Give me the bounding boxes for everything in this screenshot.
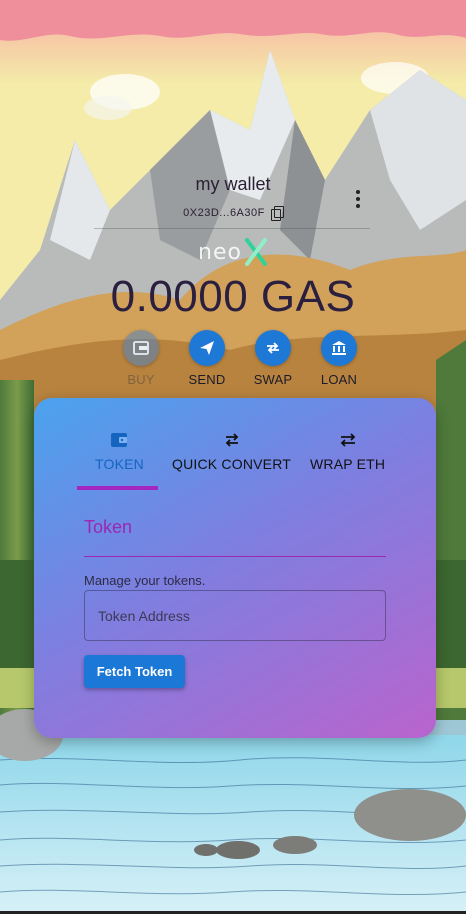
tab-bar: TOKEN QUICK CONVERT WRAP ETH xyxy=(34,398,436,492)
buy-label: BUY xyxy=(127,372,155,387)
neo-x-icon xyxy=(244,238,267,266)
send-icon xyxy=(189,330,225,366)
wallet-address: 0X23D...6A30F xyxy=(183,207,265,219)
tab-wrap-eth[interactable]: WRAP ETH xyxy=(310,432,385,472)
header-divider xyxy=(94,228,370,229)
wallet-header: my wallet 0X23D...6A30F neo 0.0000 GAS B… xyxy=(0,0,466,400)
bank-icon xyxy=(321,330,357,366)
token-card: TOKEN QUICK CONVERT WRAP ETH Token Manag… xyxy=(34,398,436,738)
action-row: BUY SEND SWAP LOAN xyxy=(110,330,370,387)
token-section-title: Token xyxy=(84,517,133,537)
swap-label: SWAP xyxy=(253,372,293,387)
active-tab-indicator xyxy=(77,486,158,490)
token-helper-text: Manage your tokens. xyxy=(84,573,206,588)
tab-token[interactable]: TOKEN xyxy=(95,432,144,472)
wallet-name: my wallet xyxy=(195,174,271,194)
address-row: 0X23D...6A30F xyxy=(0,206,466,221)
send-button[interactable]: SEND xyxy=(176,330,238,387)
tab-quick-convert[interactable]: QUICK CONVERT xyxy=(172,432,291,472)
token-address-input[interactable] xyxy=(84,590,386,641)
wallet-icon xyxy=(111,433,128,447)
swap-icon xyxy=(255,330,291,366)
loan-label: LOAN xyxy=(320,372,358,387)
tab-wrap-eth-label: WRAP ETH xyxy=(310,456,386,472)
loan-button[interactable]: LOAN xyxy=(308,330,370,387)
neo-logo-text: neo xyxy=(198,239,242,265)
send-label: SEND xyxy=(188,372,226,387)
tab-token-label: TOKEN xyxy=(95,456,144,472)
fetch-token-button[interactable]: Fetch Token xyxy=(84,655,185,688)
swap-button[interactable]: SWAP xyxy=(242,330,304,387)
balance: 0.0000 GAS xyxy=(110,272,356,321)
tab-quick-convert-label: QUICK CONVERT xyxy=(172,456,292,472)
buy-icon xyxy=(123,330,159,366)
buy-button[interactable]: BUY xyxy=(110,330,172,387)
neo-logo: neo xyxy=(0,238,466,266)
wrap-icon xyxy=(340,433,355,447)
token-section-underline xyxy=(84,556,386,557)
convert-icon xyxy=(225,433,238,447)
copy-icon[interactable] xyxy=(270,206,284,221)
